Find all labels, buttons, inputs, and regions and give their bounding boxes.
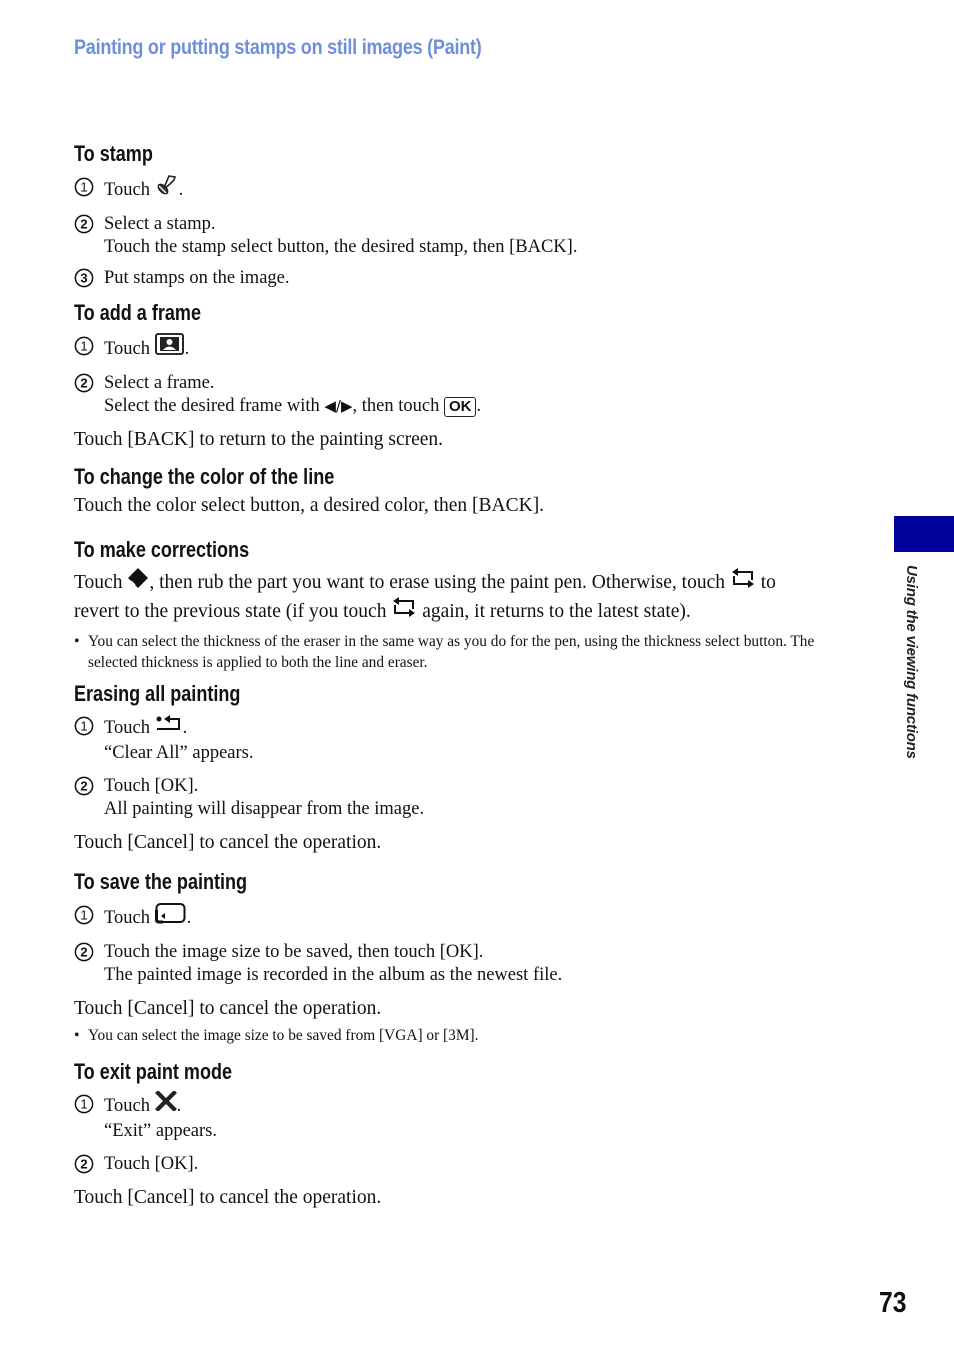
- clear-all-icon: [155, 713, 183, 740]
- svg-text:2: 2: [80, 779, 87, 794]
- step-2: 2 Touch [OK].: [74, 1153, 874, 1176]
- undo-redo-icon: [730, 567, 756, 596]
- step-number-2: 2: [74, 214, 94, 234]
- step-number-1: 1: [74, 905, 94, 925]
- chapter-side-label: Using the viewing functions: [903, 565, 920, 759]
- section-heading: To exit paint mode: [74, 1059, 233, 1084]
- corrections-line-2: revert to the previous state (if you tou…: [74, 596, 874, 627]
- section-to-stamp: To stamp 1 Touch . 2 Select a stamp. Tou…: [74, 141, 874, 290]
- step-text: Touch the image size to be saved, then t…: [104, 942, 484, 962]
- eraser-icon: [127, 567, 149, 596]
- section-note-text: Touch [Cancel] to cancel the operation.: [74, 832, 382, 853]
- step-1: 1 Touch .: [74, 333, 874, 364]
- step-text: .: [178, 179, 184, 200]
- step-2: 2 Select a frame. Select the desired fra…: [74, 372, 874, 418]
- step-text: Touch: [104, 179, 150, 200]
- svg-text:2: 2: [80, 217, 87, 232]
- step-text: .: [182, 717, 188, 738]
- step-2: 2 Select a stamp. Touch the stamp select…: [74, 213, 874, 259]
- left-right-arrows-icon: ◀/▶: [324, 397, 353, 415]
- step-text: Touch: [104, 717, 150, 738]
- step-text: Select a frame.: [104, 373, 215, 393]
- svg-text:2: 2: [80, 1157, 87, 1172]
- step-2: 2 Touch the image size to be saved, then…: [74, 941, 874, 987]
- step-text: Touch: [104, 1095, 150, 1116]
- svg-text:1: 1: [80, 1097, 87, 1112]
- step-detail: The painted image is recorded in the alb…: [104, 965, 563, 985]
- svg-text:3: 3: [80, 271, 87, 286]
- step-number-3: 3: [74, 268, 94, 288]
- step-number-2: 2: [74, 942, 94, 962]
- step-detail: Select the desired frame with ◀/▶, then …: [104, 396, 482, 417]
- step-number-2: 2: [74, 776, 94, 796]
- step-1: 1 Touch . “Exit” appears.: [74, 1090, 874, 1143]
- note-text: You can select the image size to be save…: [88, 1027, 479, 1044]
- save-icon: [154, 902, 187, 931]
- section-heading: To make corrections: [74, 537, 250, 562]
- step-number-1: 1: [74, 336, 94, 356]
- step-text: .: [176, 1095, 182, 1116]
- step-text: Touch: [104, 907, 150, 928]
- svg-text:1: 1: [80, 908, 87, 923]
- section-heading: To add a frame: [74, 300, 201, 325]
- svg-text:1: 1: [80, 180, 87, 195]
- step-text: Touch [OK].: [104, 1154, 199, 1174]
- note-bullet: • You can select the image size to be sav…: [74, 1025, 874, 1046]
- note-bullet: • You can select the thickness of the era…: [74, 631, 874, 673]
- step-detail: “Clear All” appears.: [104, 743, 254, 763]
- frame-icon: [154, 333, 185, 362]
- step-text: Put stamps on the image.: [104, 268, 290, 288]
- section-heading: Erasing all painting: [74, 681, 241, 706]
- section-note-text: Touch [Cancel] to cancel the operation.: [74, 998, 382, 1019]
- section-make-corrections: To make corrections Touch , then rub the…: [74, 537, 874, 673]
- step-text: Touch: [104, 338, 150, 359]
- section-add-frame: To add a frame 1 Touch . 2 Select a fram…: [74, 300, 874, 452]
- step-detail: All painting will disappear from the ima…: [104, 799, 425, 819]
- step-text: Select a stamp.: [104, 214, 216, 234]
- svg-text:2: 2: [80, 376, 87, 391]
- step-1: 1 Touch . “Clear All” appears.: [74, 715, 874, 765]
- exit-icon: [154, 1090, 177, 1118]
- note-text: You can select the thickness of the eras…: [88, 633, 815, 671]
- step-text: .: [184, 338, 190, 359]
- step-2: 2 Touch [OK]. All painting will disappea…: [74, 775, 874, 821]
- step-detail: “Exit” appears.: [104, 1121, 217, 1141]
- page-number: 73: [879, 1287, 907, 1319]
- ok-button-icon: OK: [443, 396, 477, 417]
- step-text: .: [186, 907, 192, 928]
- step-text: Touch [OK].: [104, 776, 199, 796]
- step-1: 1 Touch .: [74, 174, 874, 205]
- stamp-icon: [155, 174, 179, 203]
- step-detail: Touch the stamp select button, the desir…: [104, 237, 578, 257]
- section-note-text: Touch [BACK] to return to the painting s…: [74, 429, 444, 450]
- section-heading: To stamp: [74, 141, 153, 166]
- section-change-color: To change the color of the line Touch th…: [74, 464, 874, 518]
- step-number-1: 1: [74, 716, 94, 736]
- step-number-2: 2: [74, 1154, 94, 1174]
- step-1: 1 Touch .: [74, 902, 874, 933]
- section-note-text: Touch [Cancel] to cancel the operation.: [74, 1187, 382, 1208]
- section-heading: To save the painting: [74, 869, 248, 894]
- section-save-painting: To save the painting 1 Touch . 2 Touch t…: [74, 869, 874, 1046]
- step-number-1: 1: [74, 177, 94, 197]
- step-number-1: 1: [74, 1094, 94, 1114]
- section-text: Touch the color select button, a desired…: [74, 495, 545, 516]
- step-3: 3 Put stamps on the image.: [74, 267, 874, 290]
- section-heading: To change the color of the line: [74, 464, 335, 489]
- undo-redo-icon: [391, 596, 417, 625]
- corrections-line-1: Touch , then rub the part you want to er…: [74, 567, 874, 598]
- step-number-2: 2: [74, 373, 94, 393]
- section-exit-paint-mode: To exit paint mode 1 Touch . “Exit” appe…: [74, 1059, 874, 1210]
- svg-text:2: 2: [80, 945, 87, 960]
- svg-text:1: 1: [80, 719, 87, 734]
- section-erasing-all: Erasing all painting 1 Touch . “Clear Al…: [74, 681, 874, 855]
- chapter-tab-marker: [894, 516, 954, 552]
- svg-text:1: 1: [80, 339, 87, 354]
- page-header-title: Painting or putting stamps on still imag…: [74, 36, 482, 59]
